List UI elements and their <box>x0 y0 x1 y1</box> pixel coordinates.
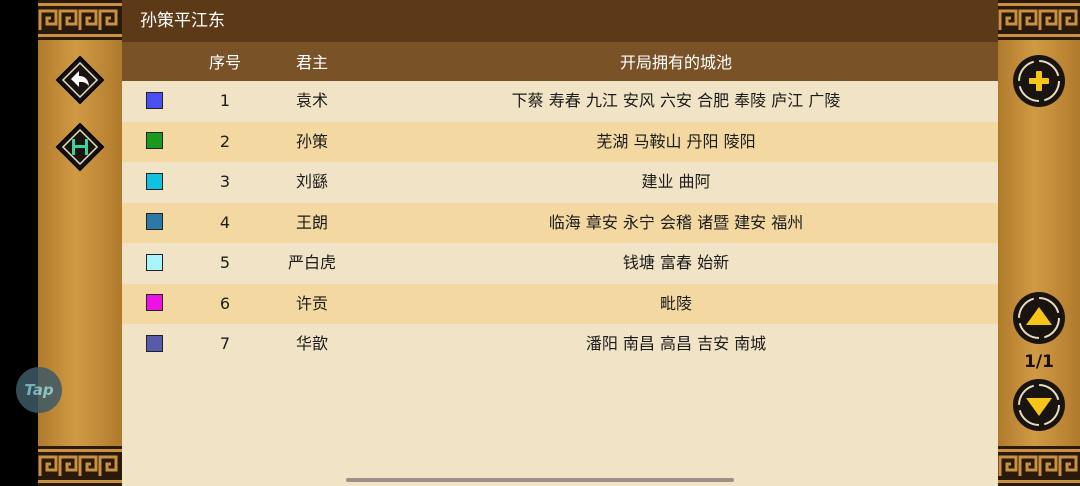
floating-tap-button[interactable]: Tap <box>16 367 62 413</box>
back-arrow-icon <box>55 55 105 105</box>
back-button[interactable] <box>55 55 105 105</box>
row-cities: 潘阳 南昌 高昌 吉安 南城 <box>585 334 767 353</box>
plus-icon <box>1013 55 1065 107</box>
home-indicator[interactable] <box>346 478 734 482</box>
save-button[interactable] <box>55 122 105 172</box>
row-lord: 刘繇 <box>295 172 328 191</box>
row-lord: 王朗 <box>295 212 328 232</box>
color-swatch <box>146 334 163 352</box>
color-swatch <box>146 132 163 149</box>
table-row[interactable]: 3 刘繇 建业 曲阿 <box>122 162 998 203</box>
add-button[interactable] <box>1012 54 1066 108</box>
row-index: 5 <box>219 253 231 272</box>
fret-border-bottom <box>38 446 122 486</box>
down-arrow-icon <box>1013 379 1065 431</box>
row-lord: 孙策 <box>295 131 328 151</box>
row-lord: 袁术 <box>295 91 328 110</box>
row-index: 6 <box>219 293 231 313</box>
row-cities: 临海 章安 永宁 会稽 诸暨 建安 福州 <box>548 212 804 232</box>
color-swatch <box>146 213 163 230</box>
page-indicator: 1/1 <box>1024 352 1054 372</box>
table-row[interactable]: 5 严白虎 钱塘 富春 始新 <box>122 243 998 284</box>
page-down-button[interactable] <box>1012 378 1066 432</box>
table-row[interactable]: 4 王朗 临海 章安 永宁 会稽 诸暨 建安 福州 <box>122 202 998 243</box>
header-index: 序号 <box>208 53 241 72</box>
row-cities: 钱塘 富春 始新 <box>622 253 730 272</box>
up-arrow-icon <box>1013 292 1065 344</box>
row-lord: 严白虎 <box>287 253 336 272</box>
color-swatch <box>146 253 163 271</box>
table-row[interactable]: 2 孙策 芜湖 马鞍山 丹阳 陵阳 <box>122 121 998 162</box>
row-index: 4 <box>219 212 231 232</box>
header-lord: 君主 <box>295 53 328 72</box>
table-row[interactable]: 7 华歆 潘阳 南昌 高昌 吉安 南城 <box>122 324 998 365</box>
color-swatch <box>146 294 163 311</box>
page-title: 孙策平江东 <box>122 0 998 44</box>
row-cities: 毗陵 <box>659 293 692 313</box>
color-swatch <box>146 91 163 109</box>
color-swatch <box>146 172 163 190</box>
table-rows: 1 袁术 下蔡 寿春 九江 安风 六安 合肥 奉陵 庐江 广陵 2 孙策 芜湖 … <box>122 81 998 365</box>
fret-border-top <box>38 0 122 40</box>
table-row[interactable]: 6 许贡 毗陵 <box>122 283 998 324</box>
fret-border-top <box>998 0 1080 40</box>
save-icon <box>55 122 105 172</box>
row-index: 2 <box>219 131 231 151</box>
page-up-button[interactable] <box>1012 291 1066 345</box>
row-cities: 建业 曲阿 <box>641 172 711 191</box>
left-panel <box>38 0 122 486</box>
row-index: 3 <box>219 172 231 191</box>
row-lord: 许贡 <box>295 293 328 313</box>
table-header: 序号 君主 开局拥有的城池 <box>122 44 998 81</box>
row-cities: 芜湖 马鞍山 丹阳 陵阳 <box>596 131 756 151</box>
fret-border-bottom <box>998 446 1080 486</box>
table-row[interactable]: 1 袁术 下蔡 寿春 九江 安风 六安 合肥 奉陵 庐江 广陵 <box>122 81 998 122</box>
row-index: 7 <box>219 334 231 353</box>
row-lord: 华歆 <box>295 334 328 353</box>
right-panel: 1/1 <box>998 0 1080 486</box>
lord-table: 序号 君主 开局拥有的城池 1 袁术 下蔡 寿春 九江 安风 六安 合肥 奉陵 … <box>122 44 998 486</box>
row-index: 1 <box>219 91 231 110</box>
header-cities: 开局拥有的城池 <box>619 53 732 72</box>
row-cities: 下蔡 寿春 九江 安风 六安 合肥 奉陵 庐江 广陵 <box>511 91 841 110</box>
